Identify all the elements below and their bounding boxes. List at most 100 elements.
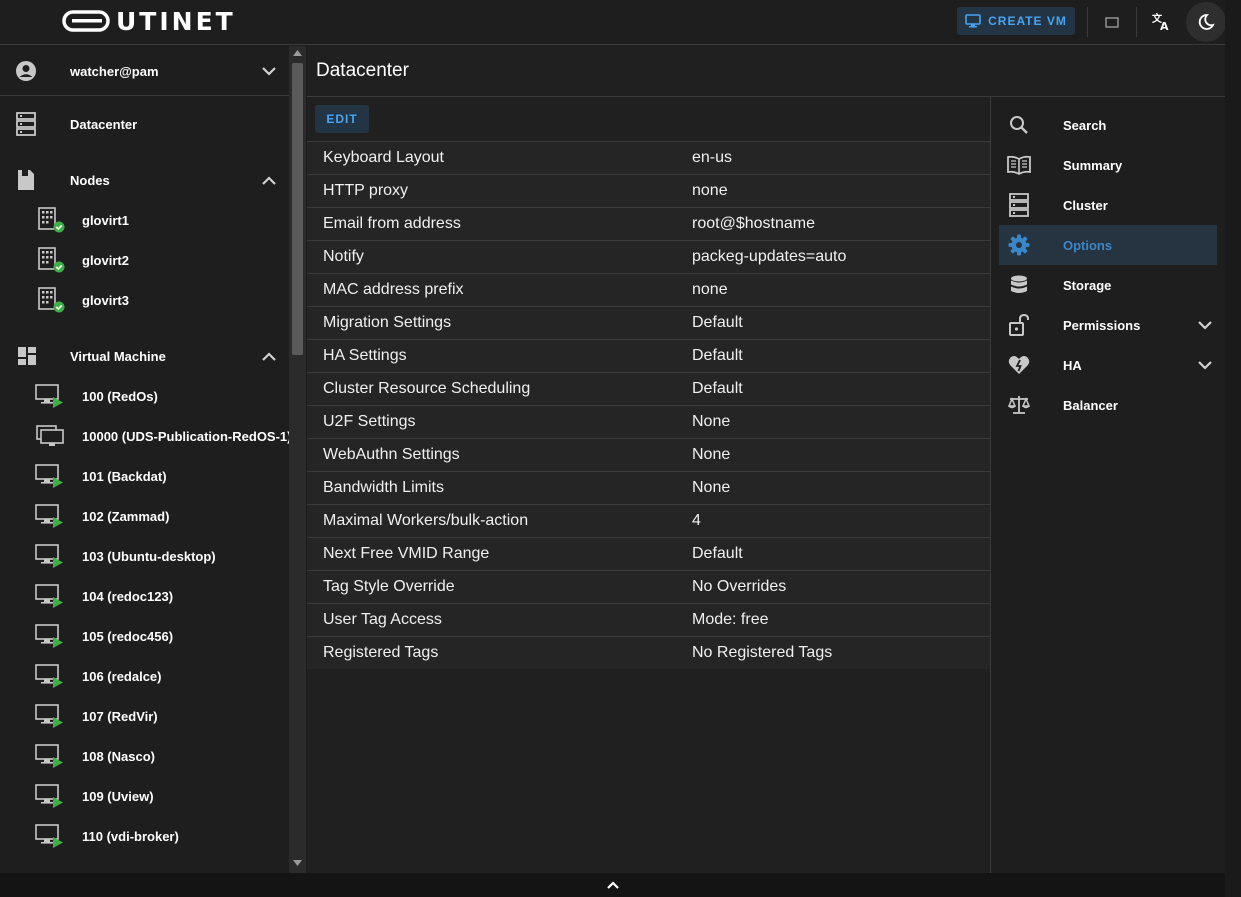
menu-item-label: Cluster xyxy=(1063,197,1108,213)
heart-pulse-icon xyxy=(1007,353,1031,377)
node-building-icon xyxy=(37,287,65,313)
sidebar-vm-item[interactable]: 110 (vdi-broker) xyxy=(0,816,289,856)
option-row[interactable]: Migration Settings Default xyxy=(307,306,990,339)
sidebar-section-virtual-machine[interactable]: Virtual Machine xyxy=(0,336,289,376)
svg-text:A: A xyxy=(1160,20,1169,32)
menu-item-search[interactable]: Search xyxy=(999,105,1217,145)
option-row[interactable]: HTTP proxy none xyxy=(307,174,990,207)
sidebar-node-item[interactable]: glovirt2 xyxy=(0,240,289,280)
scroll-down-icon[interactable] xyxy=(293,860,302,866)
option-value: en-us xyxy=(692,149,733,166)
theme-toggle-button[interactable] xyxy=(1186,2,1226,42)
menu-item-label: Storage xyxy=(1063,277,1112,293)
menu-item-storage[interactable]: Storage xyxy=(999,265,1217,305)
sidebar-vm-item[interactable]: 106 (redalce) xyxy=(0,656,289,696)
edit-button[interactable]: EDIT xyxy=(315,105,369,133)
option-name: HTTP proxy xyxy=(323,182,409,199)
vm-label: 101 (Backdat) xyxy=(82,468,167,484)
option-row[interactable]: Tag Style Override No Overrides xyxy=(307,570,990,603)
window-toggle-button[interactable] xyxy=(1097,7,1127,37)
sidebar-vm-item[interactable]: 102 (Zammad) xyxy=(0,496,289,536)
sidebar-vm-item[interactable]: 100 (RedOs) xyxy=(0,376,289,416)
sidebar-vm-item[interactable]: 104 (redoc123) xyxy=(0,576,289,616)
bottom-panel-toggle[interactable] xyxy=(0,873,1225,897)
option-row[interactable]: Keyboard Layout en-us xyxy=(307,141,990,174)
menu-item-label: Summary xyxy=(1063,157,1123,173)
menu-item-label: Search xyxy=(1063,117,1107,133)
node-label: glovirt3 xyxy=(82,292,129,308)
menu-item-cluster[interactable]: Cluster xyxy=(999,185,1217,225)
app-logo[interactable]: UTINET xyxy=(62,6,236,36)
user-menu[interactable]: watcher@pam xyxy=(0,46,289,96)
scrollbar-thumb[interactable] xyxy=(292,63,303,355)
window-edge xyxy=(1225,0,1241,897)
option-name: Cluster Resource Scheduling xyxy=(323,380,531,397)
sidebar-vm-item[interactable]: 109 (Uview) xyxy=(0,776,289,816)
database-icon xyxy=(1007,273,1031,297)
vm-running-icon xyxy=(35,504,65,528)
option-row[interactable]: Bandwidth Limits None xyxy=(307,471,990,504)
option-row[interactable]: MAC address prefix none xyxy=(307,273,990,306)
option-row[interactable]: Email from address root@$hostname xyxy=(307,207,990,240)
option-row[interactable]: HA Settings Default xyxy=(307,339,990,372)
option-row[interactable]: U2F Settings None xyxy=(307,405,990,438)
chevron-up-icon[interactable] xyxy=(261,348,277,364)
option-row[interactable]: Notify packeg-updates=auto xyxy=(307,240,990,273)
vm-running-icon xyxy=(35,464,65,488)
menu-item-permissions[interactable]: Permissions xyxy=(999,305,1217,345)
search-icon xyxy=(1007,113,1031,137)
option-row[interactable]: WebAuthn Settings None xyxy=(307,438,990,471)
option-name: Keyboard Layout xyxy=(323,149,444,166)
scroll-up-icon[interactable] xyxy=(293,50,302,56)
vm-running-icon xyxy=(35,384,65,408)
option-value: 4 xyxy=(692,512,701,529)
sidebar-item-label: Virtual Machine xyxy=(70,348,166,364)
sidebar-vm-item[interactable]: 108 (Nasco) xyxy=(0,736,289,776)
toolbar-divider xyxy=(1136,7,1137,37)
sidebar-vm-item[interactable]: 10000 (UDS-Publication-RedOS-1) xyxy=(0,416,289,456)
menu-item-ha[interactable]: HA xyxy=(999,345,1217,385)
window-icon xyxy=(1105,16,1119,28)
sidebar-vm-item[interactable]: 107 (RedVir) xyxy=(0,696,289,736)
vm-running-icon xyxy=(35,544,65,568)
option-value: Default xyxy=(692,545,743,562)
sidebar-vm-item[interactable]: 105 (redoc456) xyxy=(0,616,289,656)
logo-text: UTINET xyxy=(116,6,236,36)
vm-label: 108 (Nasco) xyxy=(82,748,155,764)
vm-template-icon xyxy=(35,424,65,448)
sidebar-item-datacenter[interactable]: Datacenter xyxy=(0,104,289,144)
sidebar-vm-item[interactable]: 101 (Backdat) xyxy=(0,456,289,496)
language-button[interactable]: 文 A xyxy=(1146,7,1176,37)
sidebar-node-item[interactable]: glovirt1 xyxy=(0,200,289,240)
chevron-down-icon[interactable] xyxy=(261,63,277,79)
node-label: glovirt1 xyxy=(82,212,129,228)
option-value: none xyxy=(692,281,728,298)
server-icon xyxy=(16,112,36,136)
chevron-down-icon[interactable] xyxy=(1197,357,1213,373)
vm-running-icon xyxy=(35,824,65,848)
lock-open-icon xyxy=(1007,313,1031,337)
account-icon xyxy=(15,60,37,82)
option-row[interactable]: Next Free VMID Range Default xyxy=(307,537,990,570)
option-value: No Registered Tags xyxy=(692,644,833,661)
chevron-up-icon[interactable] xyxy=(261,172,277,188)
menu-item-options[interactable]: Options xyxy=(999,225,1217,265)
vm-label: 102 (Zammad) xyxy=(82,508,170,524)
option-row[interactable]: Registered Tags No Registered Tags xyxy=(307,636,990,669)
sidebar-vm-item[interactable]: 103 (Ubuntu-desktop) xyxy=(0,536,289,576)
main-content: Datacenter EDIT Keyboard Layout en-us HTTP… xyxy=(307,46,1225,873)
menu-item-summary[interactable]: Summary xyxy=(999,145,1217,185)
option-row[interactable]: Cluster Resource Scheduling Default xyxy=(307,372,990,405)
menu-item-balancer[interactable]: Balancer xyxy=(999,385,1217,425)
sidebar-node-item[interactable]: glovirt3 xyxy=(0,280,289,320)
vm-running-icon xyxy=(35,704,65,728)
sidebar-section-nodes[interactable]: Nodes xyxy=(0,160,289,200)
vm-running-icon xyxy=(35,584,65,608)
create-vm-button[interactable]: CREATE VM xyxy=(957,7,1075,35)
chevron-down-icon[interactable] xyxy=(1197,317,1213,333)
option-row[interactable]: Maximal Workers/bulk-action 4 xyxy=(307,504,990,537)
option-row[interactable]: User Tag Access Mode: free xyxy=(307,603,990,636)
sidebar-scrollbar[interactable] xyxy=(289,46,306,873)
option-value: Mode: free xyxy=(692,611,769,628)
user-name: watcher@pam xyxy=(70,64,159,79)
